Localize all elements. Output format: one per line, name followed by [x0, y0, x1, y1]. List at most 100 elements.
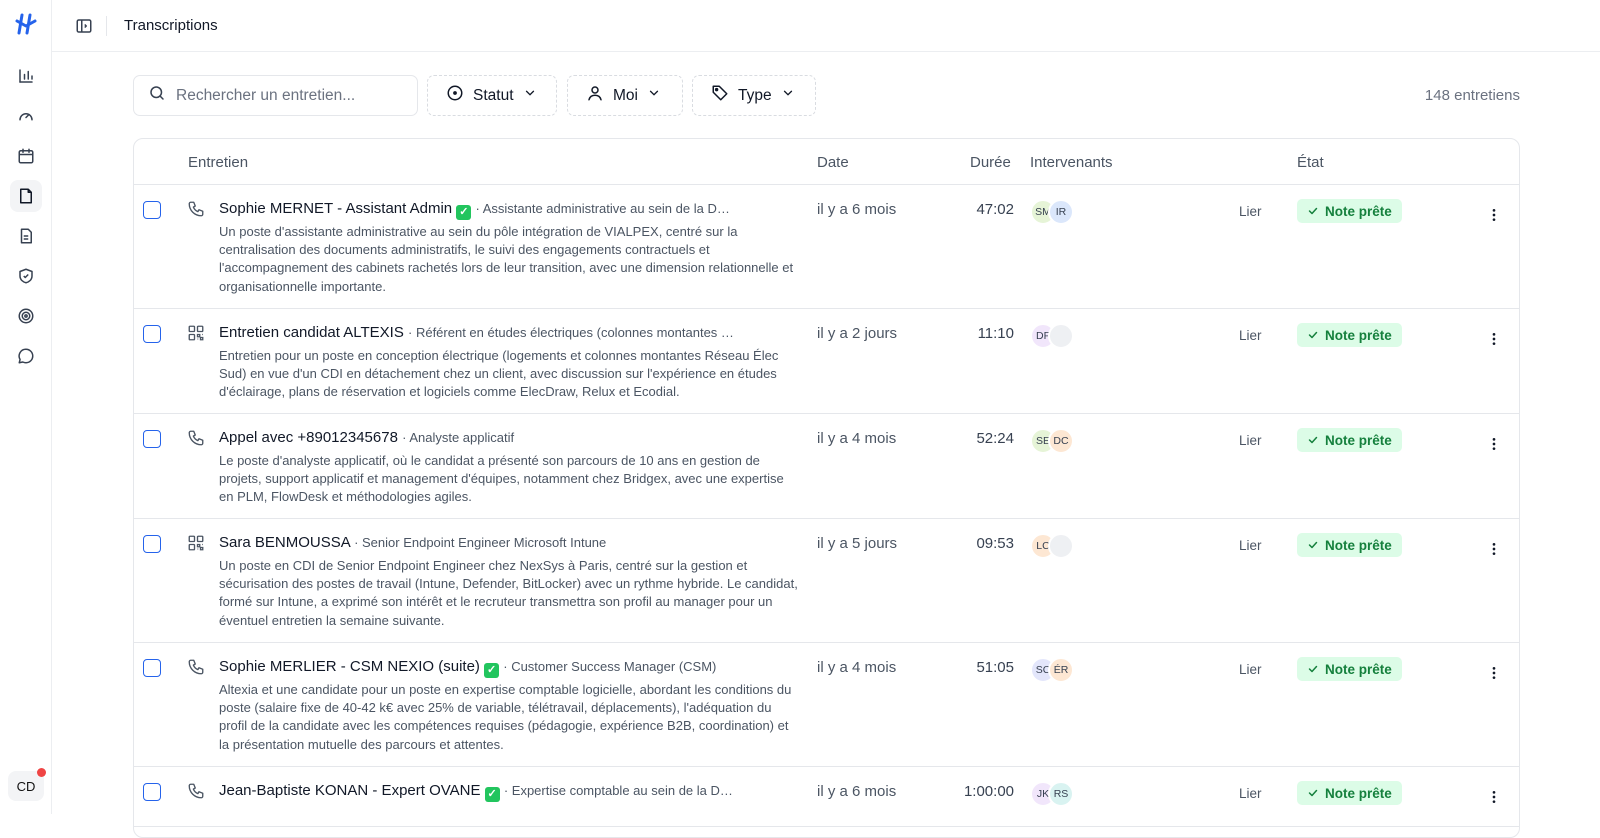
user-filter-label: Moi: [613, 86, 638, 104]
status-badge: Note prête: [1297, 781, 1402, 805]
table-row[interactable]: Appel avec +89012345678 · Analyste appli…: [134, 414, 1519, 519]
row-title[interactable]: Appel avec +89012345678 · Analyste appli…: [219, 429, 749, 446]
link-button[interactable]: Lier: [1239, 662, 1262, 677]
column-intervenants[interactable]: Intervenants: [1030, 154, 1113, 171]
participant-avatar[interactable]: [1048, 323, 1074, 349]
table-body: Sophie MERNET - Assistant Admin ✓ · Assi…: [134, 185, 1519, 827]
table-header: Entretien Date Durée Intervenants État: [134, 139, 1519, 185]
chevron-down-icon: [781, 86, 795, 105]
column-etat[interactable]: État: [1297, 154, 1324, 171]
status-filter-label: Statut: [473, 86, 514, 104]
tag-icon: [711, 84, 729, 107]
participants[interactable]: SM IR: [1030, 199, 1074, 225]
verified-check-icon: ✓: [484, 787, 500, 802]
participant-avatar[interactable]: IR: [1048, 199, 1074, 225]
table-row[interactable]: Entretien candidat ALTEXIS · Référent en…: [134, 309, 1519, 414]
row-title[interactable]: Entretien candidat ALTEXIS · Référent en…: [219, 324, 749, 341]
document-icon[interactable]: [16, 226, 36, 246]
participant-avatar[interactable]: RS: [1048, 781, 1074, 807]
shield-check-icon[interactable]: [16, 266, 36, 286]
link-button[interactable]: Lier: [1239, 786, 1262, 801]
gauge-icon[interactable]: [16, 106, 36, 126]
user-icon: [586, 84, 604, 107]
row-checkbox[interactable]: [143, 659, 161, 677]
row-checkbox[interactable]: [143, 201, 161, 219]
participant-avatar[interactable]: [1048, 533, 1074, 559]
more-options-icon[interactable]: [1484, 539, 1504, 559]
table-row[interactable]: Jean-Baptiste KONAN - Expert OVANE ✓ · E…: [134, 767, 1519, 827]
user-filter-button[interactable]: Moi: [567, 75, 683, 116]
row-checkbox[interactable]: [143, 325, 161, 343]
row-subtitle: · Assistante administrative au sein de l…: [475, 201, 730, 216]
verified-check-icon: ✓: [456, 205, 472, 220]
search-icon: [148, 84, 166, 107]
participants[interactable]: LC: [1030, 533, 1074, 559]
row-duration: 52:24: [976, 430, 1014, 447]
row-duration: 51:05: [976, 659, 1014, 676]
link-button[interactable]: Lier: [1239, 433, 1262, 448]
chat-icon[interactable]: [16, 346, 36, 366]
calendar-icon[interactable]: [16, 146, 36, 166]
chevron-down-icon: [647, 86, 661, 105]
check-icon: [1307, 434, 1319, 446]
link-button[interactable]: Lier: [1239, 204, 1262, 219]
row-date: il y a 6 mois: [817, 201, 897, 218]
link-button[interactable]: Lier: [1239, 328, 1262, 343]
status-badge-label: Note prête: [1325, 327, 1392, 343]
table-row[interactable]: Sophie MERLIER - CSM NEXIO (suite) ✓ · C…: [134, 643, 1519, 767]
transcriptions-icon[interactable]: [16, 186, 36, 206]
link-button[interactable]: Lier: [1239, 538, 1262, 553]
qr-icon: [187, 324, 205, 342]
status-badge-label: Note prête: [1325, 785, 1392, 801]
row-checkbox[interactable]: [143, 430, 161, 448]
participant-avatar[interactable]: DC: [1048, 428, 1074, 454]
participants[interactable]: SC ÉR: [1030, 657, 1074, 683]
status-badge-label: Note prête: [1325, 432, 1392, 448]
row-title[interactable]: Sophie MERNET - Assistant Admin ✓ · Assi…: [219, 200, 749, 220]
chart-icon[interactable]: [16, 66, 36, 86]
more-options-icon[interactable]: [1484, 787, 1504, 807]
status-badge: Note prête: [1297, 199, 1402, 223]
more-options-icon[interactable]: [1484, 329, 1504, 349]
toolbar: Statut Moi Type 148 entretiens: [133, 75, 1520, 117]
column-duree[interactable]: Durée: [970, 154, 1011, 171]
app-logo[interactable]: [14, 12, 38, 36]
participant-avatar[interactable]: ÉR: [1048, 657, 1074, 683]
row-duration: 1:00:00: [963, 783, 1014, 800]
participants[interactable]: JK RS: [1030, 781, 1074, 807]
row-description: Un poste d'assistante administrative au …: [219, 224, 794, 294]
target-icon[interactable]: [16, 306, 36, 326]
row-duration: 09:53: [976, 535, 1014, 552]
row-title[interactable]: Sara BENMOUSSA · Senior Endpoint Enginee…: [219, 534, 749, 551]
phone-icon: [187, 429, 205, 447]
topbar: Transcriptions: [52, 0, 1600, 52]
more-options-icon[interactable]: [1484, 663, 1504, 683]
sidebar-toggle-icon[interactable]: [72, 14, 96, 38]
more-options-icon[interactable]: [1484, 205, 1504, 225]
check-icon: [1307, 787, 1319, 799]
check-icon: [1307, 539, 1319, 551]
row-title[interactable]: Sophie MERLIER - CSM NEXIO (suite) ✓ · C…: [219, 658, 749, 678]
user-avatar[interactable]: CD: [8, 768, 46, 801]
participants[interactable]: DF: [1030, 323, 1074, 349]
user-initials: CD: [16, 778, 36, 794]
row-subtitle: · Customer Success Manager (CSM): [503, 659, 717, 674]
more-options-icon[interactable]: [1484, 434, 1504, 454]
participants[interactable]: SE DC: [1030, 428, 1074, 454]
row-date: il y a 4 mois: [817, 430, 897, 447]
row-title[interactable]: Jean-Baptiste KONAN - Expert OVANE ✓ · E…: [219, 782, 749, 802]
row-title-text: Sara BENMOUSSA: [219, 534, 350, 551]
table-row[interactable]: Sara BENMOUSSA · Senior Endpoint Enginee…: [134, 519, 1519, 643]
row-date: il y a 4 mois: [817, 659, 897, 676]
row-checkbox[interactable]: [143, 535, 161, 553]
type-filter-button[interactable]: Type: [692, 75, 816, 116]
search-box[interactable]: [133, 75, 418, 116]
column-entretien[interactable]: Entretien: [188, 154, 248, 171]
row-title-text: Sophie MERLIER - CSM NEXIO (suite): [219, 658, 480, 675]
status-filter-button[interactable]: Statut: [427, 75, 557, 116]
column-date[interactable]: Date: [817, 154, 849, 171]
search-input[interactable]: [176, 86, 406, 105]
row-checkbox[interactable]: [143, 783, 161, 801]
table-row[interactable]: Sophie MERNET - Assistant Admin ✓ · Assi…: [134, 185, 1519, 309]
status-circle-icon: [446, 84, 464, 107]
